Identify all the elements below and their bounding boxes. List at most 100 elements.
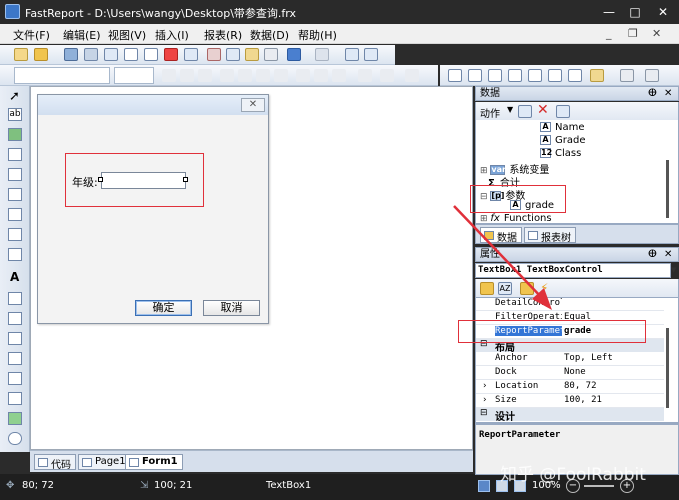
expand-icon[interactable]: › bbox=[482, 395, 487, 405]
tree-item-grade-field[interactable]: A Grade bbox=[540, 135, 586, 146]
data-source-icon[interactable] bbox=[518, 105, 532, 118]
tree-item-class[interactable]: 12 Class bbox=[540, 148, 581, 159]
picture-tool-icon[interactable] bbox=[8, 352, 22, 365]
page-setup-icon[interactable] bbox=[184, 48, 198, 61]
date-tool-icon[interactable] bbox=[8, 332, 22, 345]
paste-icon[interactable] bbox=[245, 48, 259, 61]
italic-icon[interactable] bbox=[180, 69, 194, 82]
minimize-button[interactable]: — bbox=[598, 2, 620, 22]
property-row[interactable]: › Location 80, 72 bbox=[476, 381, 664, 394]
border-top-icon[interactable] bbox=[448, 69, 462, 82]
delete-icon[interactable]: ✕ bbox=[537, 102, 549, 118]
font-name-select[interactable] bbox=[14, 67, 110, 84]
text-tool-icon[interactable]: A bbox=[10, 270, 19, 284]
underline-icon[interactable] bbox=[198, 69, 212, 82]
radiobutton-tool-icon[interactable] bbox=[8, 432, 22, 445]
font-size-select[interactable] bbox=[114, 67, 154, 84]
table-tool-icon[interactable] bbox=[8, 228, 22, 241]
valign-bottom-icon[interactable] bbox=[332, 69, 346, 82]
border-bottom-icon[interactable] bbox=[468, 69, 482, 82]
valign-top-icon[interactable] bbox=[296, 69, 310, 82]
dialog-close-icon[interactable]: ✕ bbox=[241, 98, 265, 112]
align-right-icon[interactable] bbox=[256, 69, 270, 82]
object-select-dropdown-icon[interactable]: ▼ bbox=[671, 263, 679, 278]
tab-page1[interactable]: Page1 bbox=[78, 454, 131, 470]
properties-pin-icon[interactable]: ⴲ bbox=[648, 248, 657, 261]
list-tool-icon[interactable] bbox=[8, 148, 22, 161]
expand-icon[interactable]: › bbox=[482, 381, 487, 391]
menu-insert[interactable]: 插入(I) bbox=[155, 27, 189, 43]
collapse-icon[interactable]: ⊟ bbox=[480, 408, 488, 418]
menu-edit[interactable]: 编辑(E) bbox=[63, 27, 101, 43]
delete-page-icon[interactable] bbox=[164, 48, 178, 61]
panel-tool-icon[interactable] bbox=[8, 208, 22, 221]
tree-tool-icon[interactable] bbox=[8, 372, 22, 385]
tab-code[interactable]: 代码 bbox=[34, 454, 76, 471]
line-width-icon[interactable] bbox=[380, 69, 394, 82]
property-row[interactable]: Anchor Top, Left bbox=[476, 353, 664, 367]
fill-color-icon[interactable] bbox=[590, 69, 604, 82]
menu-view[interactable]: 视图(V) bbox=[108, 27, 146, 43]
align-left-icon[interactable] bbox=[220, 69, 234, 82]
ungroup-icon[interactable] bbox=[364, 48, 378, 61]
cut-icon[interactable] bbox=[207, 48, 221, 61]
border-left-icon[interactable] bbox=[488, 69, 502, 82]
tree-scrollbar[interactable] bbox=[666, 160, 669, 218]
pointer-tool-icon[interactable]: ➚ bbox=[9, 90, 20, 103]
textbox-tool-icon[interactable] bbox=[8, 248, 22, 261]
property-row[interactable]: Dock None bbox=[476, 367, 664, 380]
preview-icon[interactable] bbox=[104, 48, 118, 61]
add-page-icon[interactable] bbox=[144, 48, 158, 61]
tree-item-name[interactable]: A Name bbox=[540, 122, 585, 133]
property-value[interactable]: None bbox=[564, 367, 586, 377]
button-tool-icon[interactable] bbox=[8, 392, 22, 405]
combobox-tool-icon[interactable] bbox=[8, 168, 22, 181]
data-panel-close-icon[interactable]: ✕ bbox=[664, 87, 672, 100]
bold-icon[interactable] bbox=[162, 69, 176, 82]
label-tool-icon[interactable]: ab bbox=[8, 108, 22, 121]
mdi-restore-button[interactable]: ❐ bbox=[628, 27, 638, 40]
style-icon[interactable] bbox=[645, 69, 659, 82]
numeric-tool-icon[interactable] bbox=[8, 312, 22, 325]
maximize-button[interactable]: □ bbox=[624, 2, 646, 22]
property-row[interactable]: › Size 100, 21 bbox=[476, 395, 664, 408]
copy-icon[interactable] bbox=[226, 48, 240, 61]
property-value[interactable]: 80, 72 bbox=[564, 381, 597, 391]
border-right-icon[interactable] bbox=[508, 69, 522, 82]
property-value[interactable]: Top, Left bbox=[564, 353, 613, 363]
tab-form1[interactable]: Form1 bbox=[125, 454, 183, 470]
cancel-button[interactable]: 取消 bbox=[203, 300, 260, 316]
save-icon[interactable] bbox=[64, 48, 78, 61]
format-painter-icon[interactable] bbox=[264, 48, 278, 61]
group-icon[interactable] bbox=[345, 48, 359, 61]
action-menu[interactable]: 动作 bbox=[480, 105, 500, 120]
resize-handle-left[interactable] bbox=[98, 177, 103, 182]
menu-help[interactable]: 帮助(H) bbox=[298, 27, 337, 43]
menu-file[interactable]: 文件(F) bbox=[13, 27, 50, 43]
form-dialog[interactable]: ✕ bbox=[37, 94, 269, 324]
print-icon[interactable] bbox=[84, 48, 98, 61]
close-button[interactable]: ✕ bbox=[652, 2, 674, 22]
menu-data[interactable]: 数据(D) bbox=[250, 27, 289, 43]
valign-middle-icon[interactable] bbox=[314, 69, 328, 82]
page-icon[interactable] bbox=[124, 48, 138, 61]
mdi-close-button[interactable]: ✕ bbox=[652, 27, 661, 40]
menu-report[interactable]: 报表(R) bbox=[204, 27, 242, 43]
pin-icon[interactable]: ⴲ bbox=[648, 87, 657, 100]
line-color-icon[interactable] bbox=[358, 69, 372, 82]
frame-color-icon[interactable] bbox=[620, 69, 634, 82]
resize-handle-right[interactable] bbox=[183, 177, 188, 182]
radio-tool-icon[interactable] bbox=[8, 292, 22, 305]
mdi-minimize-button[interactable]: _ bbox=[606, 27, 612, 40]
grade-textbox[interactable] bbox=[101, 172, 186, 189]
property-scrollbar[interactable] bbox=[666, 328, 669, 408]
action-dropdown-icon[interactable]: ▼ bbox=[507, 105, 513, 114]
justify-icon[interactable] bbox=[274, 69, 288, 82]
property-category[interactable]: ⊟ 设计 bbox=[476, 408, 664, 422]
checkbox-tool-icon[interactable] bbox=[8, 128, 22, 141]
groupbox-tool-icon[interactable] bbox=[8, 412, 22, 425]
properties-close-icon[interactable]: ✕ bbox=[664, 248, 672, 261]
property-value[interactable]: 100, 21 bbox=[564, 395, 602, 405]
grid-tool-icon[interactable] bbox=[8, 188, 22, 201]
zoom-slider-track[interactable] bbox=[584, 485, 614, 487]
